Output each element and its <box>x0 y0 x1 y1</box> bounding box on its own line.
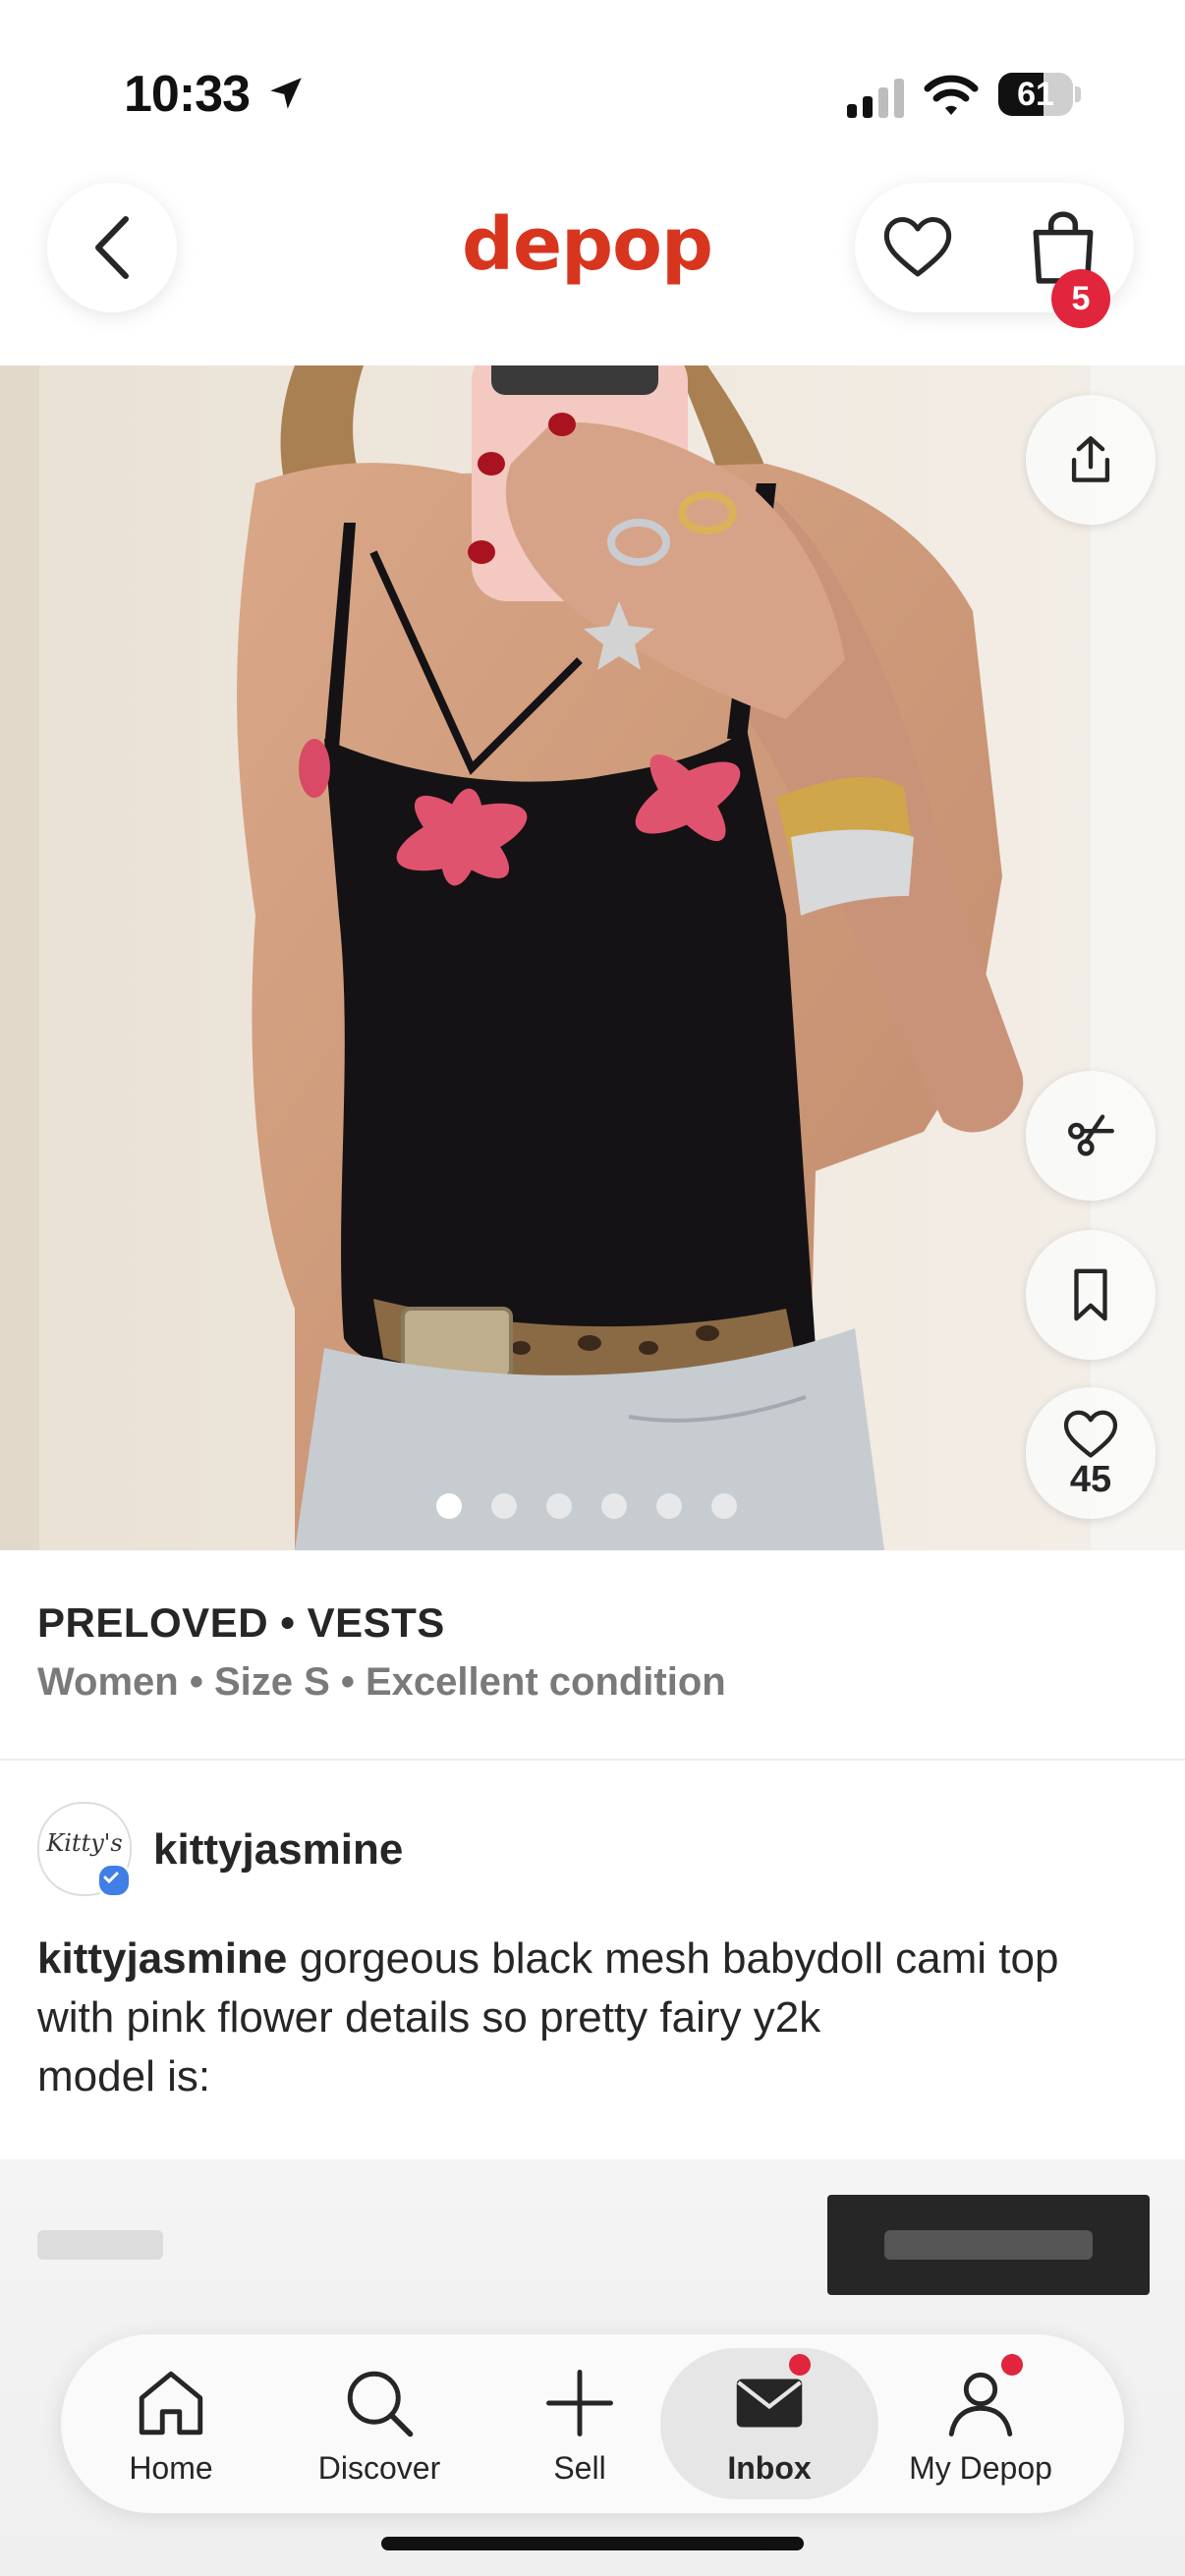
buy-label-placeholder <box>884 2230 1093 2260</box>
divider <box>0 1759 1185 1761</box>
listing-category[interactable]: PRELOVED • VESTS <box>37 1599 445 1647</box>
tab-sell[interactable]: Sell <box>481 2348 678 2499</box>
plus-icon <box>546 2370 613 2436</box>
wifi-icon <box>924 75 979 115</box>
product-photo <box>0 365 1185 1550</box>
description-username[interactable]: kittyjasmine <box>37 1934 287 1983</box>
heart-icon <box>1063 1410 1118 1458</box>
status-time: 10:33 <box>124 66 251 123</box>
verified-badge-icon <box>96 1863 132 1898</box>
heart-icon[interactable] <box>880 210 955 285</box>
like-count: 45 <box>1069 1458 1112 1500</box>
share-icon <box>1071 436 1110 482</box>
product-image-carousel[interactable]: 45 <box>0 365 1185 1550</box>
save-button[interactable] <box>1026 1230 1156 1360</box>
back-button[interactable] <box>47 183 177 312</box>
tab-home-label: Home <box>129 2450 213 2486</box>
search-icon <box>347 2371 414 2437</box>
depop-logo[interactable]: depop <box>462 202 713 287</box>
tab-home[interactable]: Home <box>73 2348 269 2499</box>
location-arrow-icon <box>270 78 302 109</box>
app-header: depop 5 <box>0 147 1185 364</box>
tab-inbox[interactable]: Inbox <box>660 2348 878 2499</box>
tab-discover[interactable]: Discover <box>281 2348 478 2499</box>
home-indicator <box>381 2537 804 2550</box>
tab-sell-label: Sell <box>553 2450 606 2486</box>
tab-my-depop-label: My Depop <box>909 2450 1052 2486</box>
bag-count-badge: 5 <box>1051 269 1110 328</box>
tab-my-depop[interactable]: My Depop <box>882 2348 1079 2499</box>
carousel-dot[interactable] <box>711 1493 737 1519</box>
inbox-notification-dot <box>789 2354 811 2376</box>
back-icon <box>95 216 129 279</box>
make-offer-button[interactable] <box>1026 1071 1156 1201</box>
share-button[interactable] <box>1026 395 1156 525</box>
bookmark-icon <box>1074 1268 1107 1321</box>
home-icon <box>139 2371 203 2436</box>
carousel-dot[interactable] <box>436 1493 462 1519</box>
battery-indicator: 61 <box>998 73 1081 118</box>
cellular-signal-icon <box>847 79 904 118</box>
price-placeholder <box>37 2230 163 2260</box>
status-bar: 10:33 61 <box>0 0 1185 147</box>
battery-percent: 61 <box>1017 76 1054 113</box>
carousel-dot[interactable] <box>601 1493 627 1519</box>
carousel-dot[interactable] <box>656 1493 682 1519</box>
listing-attributes: Women • Size S • Excellent condition <box>37 1660 726 1704</box>
carousel-dot[interactable] <box>491 1493 517 1519</box>
bottom-tab-bar: Home Discover Sell Inbox My Depop <box>61 2334 1124 2513</box>
buy-now-button[interactable] <box>827 2195 1150 2295</box>
seller-username[interactable]: kittyjasmine <box>153 1825 403 1875</box>
avatar-logo-text: Kitty's <box>46 1829 123 1857</box>
seller-avatar[interactable]: Kitty's <box>37 1802 132 1898</box>
carousel-dot[interactable] <box>546 1493 572 1519</box>
tab-discover-label: Discover <box>317 2450 441 2486</box>
header-actions: 5 <box>855 183 1134 328</box>
profile-notification-dot <box>1001 2354 1023 2376</box>
listing-description: kittyjasmine gorgeous black mesh babydol… <box>37 1930 1138 2106</box>
carousel-dots[interactable] <box>436 1493 737 1521</box>
tab-inbox-label: Inbox <box>727 2450 812 2486</box>
offer-icon <box>1068 1114 1114 1156</box>
like-button[interactable]: 45 <box>1026 1387 1156 1519</box>
